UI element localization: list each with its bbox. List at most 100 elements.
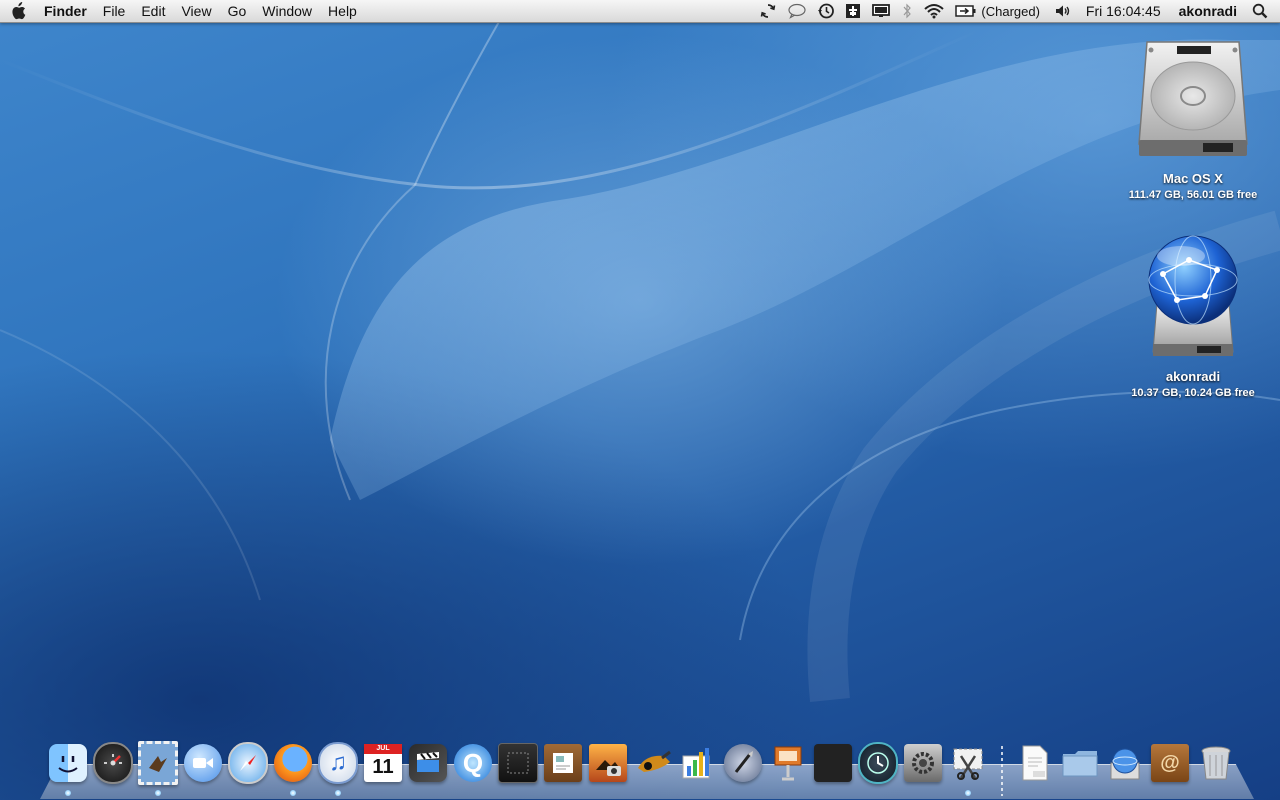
volume-menu[interactable] [1049, 0, 1077, 22]
menu-window[interactable]: Window [254, 0, 320, 22]
firefox-icon [274, 744, 312, 782]
running-indicator-itunes [335, 790, 341, 796]
running-indicator-firefox [290, 790, 296, 796]
folder-icon [1061, 744, 1099, 782]
desktop-icon-akonradi[interactable]: akonradi 10.37 GB, 10.24 GB free [1108, 234, 1278, 401]
hard-drive-icon [1138, 41, 1248, 156]
dock-item-grab[interactable] [948, 742, 988, 784]
sync-menu[interactable] [754, 0, 782, 22]
running-indicator-grab [965, 790, 971, 796]
running-indicator-finder [65, 790, 71, 796]
menu-bar: Finder File Edit View Go Window Help (Ch… [0, 0, 1280, 23]
dock-item-garageband[interactable] [633, 742, 673, 784]
fast-user-switch-menu[interactable]: akonradi [1170, 3, 1246, 19]
dock-item-ichat[interactable] [183, 742, 223, 784]
grab-icon [949, 744, 987, 782]
dock-item-trash[interactable] [1196, 742, 1236, 784]
ical-icon: JUL 11 [364, 744, 402, 782]
trash-icon [1197, 744, 1235, 782]
dock-item-safari[interactable] [228, 742, 268, 784]
menu-go[interactable]: Go [220, 0, 255, 22]
ichat-icon [184, 744, 222, 782]
spotlight-icon [1252, 3, 1268, 19]
system-preferences-icon [904, 744, 942, 782]
menu-app-finder[interactable]: Finder [36, 0, 95, 22]
menu-bar-extras: (Charged) Fri 16:04:45 akonradi [754, 0, 1280, 22]
wifi-menu[interactable] [918, 0, 950, 22]
dock-item-ical[interactable]: JUL 11 [363, 742, 403, 784]
dock-item-iweb[interactable] [543, 742, 583, 784]
dock-separator [1001, 746, 1003, 796]
dock-item-pdf-document[interactable] [1015, 742, 1055, 784]
iweb-icon [544, 744, 582, 782]
menu-edit[interactable]: Edit [133, 0, 173, 22]
itunes-icon: ♫ [318, 742, 358, 784]
sync-icon [761, 4, 776, 18]
ical-date: 11 [372, 756, 394, 778]
dock-item-dashboard[interactable] [93, 742, 133, 784]
battery-icon [955, 5, 976, 17]
quicktime-icon: Q [454, 744, 492, 782]
dock-item-mail[interactable] [138, 741, 178, 785]
desktop-icon-label: Mac OS X [1163, 171, 1223, 186]
dock-item-imovie[interactable] [408, 742, 448, 784]
dock-item-keynote[interactable] [768, 742, 808, 784]
ichat-status-icon [788, 3, 806, 19]
apple-icon [12, 2, 26, 20]
network-volume-icon [1148, 235, 1238, 356]
spotlight-button[interactable] [1246, 0, 1280, 22]
pdf-document-icon [1016, 744, 1054, 782]
keynote-icon [769, 744, 807, 782]
dock-item-folder[interactable] [1060, 742, 1100, 784]
address-book-icon: @ [1151, 744, 1189, 782]
spaces-icon [814, 744, 852, 782]
dock-item-finder[interactable] [48, 742, 88, 784]
bluetooth-icon [903, 3, 912, 19]
wallpaper-waves [0, 19, 1280, 702]
running-indicator-mail [155, 790, 161, 796]
mail-icon [138, 741, 178, 785]
battery-menu[interactable]: (Charged) [950, 0, 1049, 22]
wifi-icon [924, 4, 945, 19]
dock-item-network-folder[interactable] [1105, 742, 1145, 784]
dock-item-quicktime[interactable]: Q [453, 742, 493, 784]
desktop-wallpaper [0, 0, 1280, 800]
menu-view[interactable]: View [173, 0, 219, 22]
dock-item-dvd-player[interactable] [498, 742, 538, 784]
dock-item-firefox[interactable] [273, 742, 313, 784]
dashboard-icon [93, 742, 133, 784]
dock-item-system-preferences[interactable] [903, 742, 943, 784]
dock-item-numbers[interactable] [678, 742, 718, 784]
desktop-icon-info: 111.47 GB, 56.01 GB free [1128, 189, 1258, 201]
script-menu[interactable] [840, 0, 866, 22]
script-menu-icon [846, 4, 861, 18]
desktop-icon-mac-os-x[interactable]: Mac OS X 111.47 GB, 56.01 GB free [1108, 36, 1278, 203]
dock-item-address-book[interactable]: @ [1150, 742, 1190, 784]
bluetooth-menu[interactable] [896, 0, 918, 22]
time-machine-icon [818, 3, 835, 19]
time-machine-menu[interactable] [812, 0, 840, 22]
imovie-icon [409, 744, 447, 782]
ical-month: JUL [364, 744, 402, 754]
numbers-icon [679, 744, 717, 782]
menu-help[interactable]: Help [320, 0, 365, 22]
dock-item-itunes[interactable]: ♫ [318, 742, 358, 784]
menu-clock[interactable]: Fri 16:04:45 [1077, 3, 1170, 19]
dock-item-iphoto[interactable] [588, 742, 628, 784]
desktop-icon-info: 10.37 GB, 10.24 GB free [1131, 387, 1255, 399]
menu-file[interactable]: File [95, 0, 134, 22]
display-mirror-icon [872, 4, 891, 17]
ichat-status-menu[interactable] [782, 0, 812, 22]
display-menu[interactable] [866, 0, 896, 22]
network-folder-icon [1106, 744, 1144, 782]
dock-item-spaces[interactable] [813, 742, 853, 784]
menu-bar-left: Finder File Edit View Go Window Help [0, 0, 365, 22]
apple-menu-button[interactable] [0, 2, 36, 20]
desktop-icon-label: akonradi [1165, 369, 1221, 384]
dock-item-time-machine[interactable] [858, 742, 898, 784]
dock-item-script-editor[interactable] [723, 742, 763, 784]
script-editor-icon [724, 744, 762, 782]
iphoto-icon [589, 744, 627, 782]
finder-icon [49, 744, 87, 782]
battery-status-text: (Charged) [981, 3, 1040, 19]
